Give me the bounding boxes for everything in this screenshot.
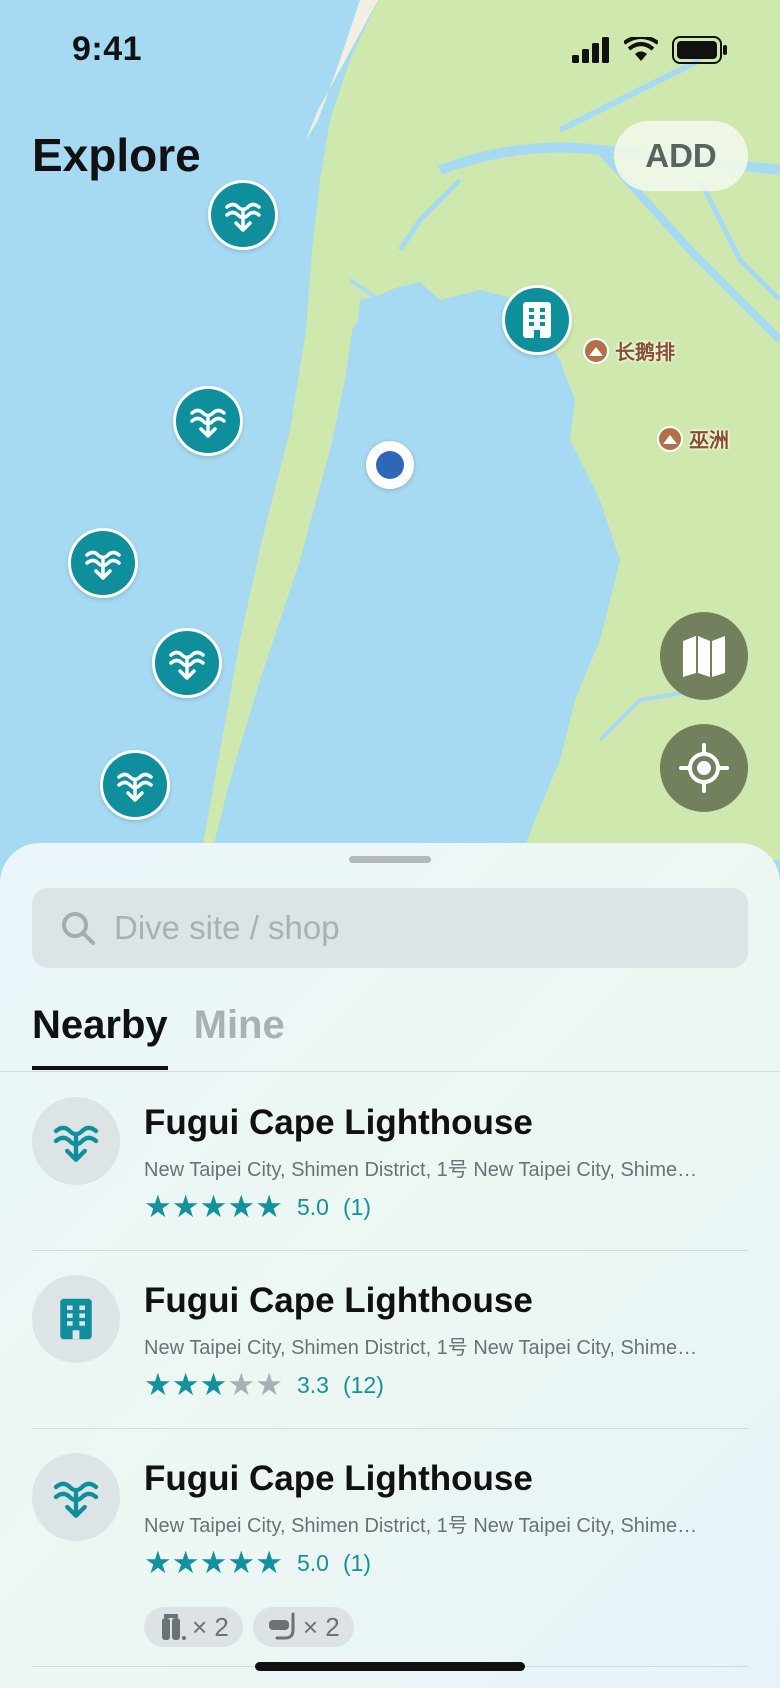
map-type-button[interactable] — [660, 612, 748, 700]
crosshair-icon — [679, 743, 729, 793]
search-input[interactable] — [112, 908, 716, 948]
dive-site-icon — [117, 772, 153, 802]
search-icon — [62, 912, 95, 945]
map-place-label[interactable]: 巫洲 — [657, 424, 729, 453]
tab-bar: Nearby Mine — [32, 1003, 285, 1070]
sheet-drag-handle[interactable] — [349, 856, 431, 863]
item-name: Fugui Cape Lighthouse — [144, 1103, 533, 1142]
star-filled-icon: ★ — [171, 1545, 200, 1580]
item-name: Fugui Cape Lighthouse — [144, 1281, 533, 1320]
current-location-dot — [366, 441, 414, 489]
star-filled-icon: ★ — [255, 1545, 283, 1580]
rating-stars: ★★★★★ — [144, 1369, 283, 1401]
list-item[interactable]: Fugui Cape Lighthouse New Taipei City, S… — [32, 1073, 748, 1251]
dive-site-marker[interactable] — [208, 180, 278, 250]
dive-site-marker[interactable] — [173, 386, 243, 456]
dive-shop-icon — [523, 302, 551, 338]
item-tags: × 2 × 2 — [144, 1607, 354, 1647]
results-list: Fugui Cape Lighthouse New Taipei City, S… — [32, 1073, 748, 1667]
snorkel-tag: × 2 — [252, 1607, 354, 1647]
rating-stars: ★★★★★ — [144, 1547, 283, 1579]
dive-site-icon — [190, 408, 226, 438]
list-item[interactable]: Fugui Cape Lighthouse New Taipei City, S… — [32, 1429, 748, 1667]
scuba-tank-icon — [162, 1614, 186, 1640]
item-avatar — [32, 1453, 120, 1541]
dive-site-icon — [53, 1481, 99, 1518]
star-filled-icon: ★ — [199, 1367, 228, 1402]
map-view[interactable]: 9:41 Explore ADD 长鹅排 巫洲 — [0, 0, 780, 860]
search-bar[interactable] — [32, 888, 748, 968]
status-bar: 9:41 — [0, 0, 780, 100]
dive-site-icon — [169, 650, 205, 680]
dive-site-marker[interactable] — [100, 750, 170, 820]
star-filled-icon: ★ — [255, 1189, 283, 1224]
mountain-icon — [657, 425, 683, 452]
bottom-sheet: Nearby Mine Fugui Cape Lighthouse New Ta… — [0, 843, 780, 1688]
rating-count: (12) — [342, 1371, 384, 1398]
map-place-label[interactable]: 长鹅排 — [583, 336, 675, 365]
dive-site-marker[interactable] — [68, 528, 138, 598]
home-indicator — [255, 1662, 525, 1671]
rating-score: 3.3 — [296, 1371, 329, 1398]
tab-nearby[interactable]: Nearby — [32, 1003, 168, 1070]
page-title: Explore — [32, 129, 201, 181]
item-rating: ★★★★★ 3.3 (12) — [144, 1369, 384, 1401]
dive-site-icon — [85, 550, 121, 580]
star-filled-icon: ★ — [199, 1545, 228, 1580]
dive-shop-icon — [60, 1298, 92, 1340]
star-empty-icon: ★ — [255, 1367, 283, 1402]
map-icon — [683, 636, 725, 677]
star-filled-icon: ★ — [144, 1545, 172, 1580]
item-address: New Taipei City, Shimen District, 1号 New… — [144, 1159, 704, 1181]
rating-stars: ★★★★★ — [144, 1191, 283, 1223]
locate-me-button[interactable] — [660, 724, 748, 812]
mountain-icon — [583, 337, 609, 364]
cellular-signal-icon — [572, 37, 609, 63]
star-filled-icon: ★ — [144, 1189, 172, 1224]
star-filled-icon: ★ — [227, 1189, 256, 1224]
add-button[interactable]: ADD — [614, 121, 748, 191]
dive-site-marker[interactable] — [152, 628, 222, 698]
battery-icon — [672, 36, 727, 64]
scuba-count: × 2 — [192, 1611, 229, 1642]
item-avatar — [32, 1097, 120, 1185]
star-filled-icon: ★ — [199, 1189, 228, 1224]
item-address: New Taipei City, Shimen District, 1号 New… — [144, 1337, 704, 1359]
item-rating: ★★★★★ 5.0 (1) — [144, 1547, 371, 1579]
star-filled-icon: ★ — [171, 1189, 200, 1224]
rating-count: (1) — [342, 1549, 372, 1576]
rating-score: 5.0 — [296, 1193, 329, 1220]
dive-shop-marker[interactable] — [502, 285, 572, 355]
tab-mine[interactable]: Mine — [194, 1003, 285, 1070]
status-time: 9:41 — [72, 30, 143, 68]
rating-score: 5.0 — [296, 1549, 329, 1576]
star-filled-icon: ★ — [227, 1545, 256, 1580]
star-filled-icon: ★ — [171, 1367, 200, 1402]
list-item[interactable]: Fugui Cape Lighthouse New Taipei City, S… — [32, 1251, 748, 1429]
item-address: New Taipei City, Shimen District, 1号 New… — [144, 1515, 704, 1537]
dive-site-icon — [53, 1125, 99, 1162]
dive-site-icon — [225, 202, 261, 232]
star-filled-icon: ★ — [144, 1367, 172, 1402]
item-rating: ★★★★★ 5.0 (1) — [144, 1191, 371, 1223]
rating-count: (1) — [342, 1193, 372, 1220]
tab-divider — [0, 1071, 780, 1072]
item-name: Fugui Cape Lighthouse — [144, 1459, 533, 1498]
wifi-icon — [624, 37, 658, 61]
item-avatar — [32, 1275, 120, 1363]
scuba-tag: × 2 — [144, 1607, 243, 1647]
star-empty-icon: ★ — [227, 1367, 256, 1402]
snorkel-count: × 2 — [302, 1611, 340, 1642]
snorkel-mask-icon — [268, 1612, 295, 1640]
